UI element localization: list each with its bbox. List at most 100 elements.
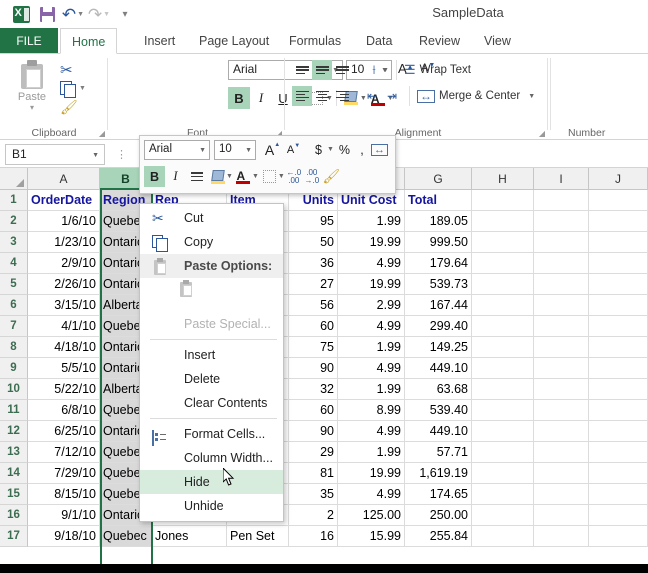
cell-H16[interactable] xyxy=(472,505,534,526)
cell-F2[interactable]: 1.99 xyxy=(338,211,405,232)
select-all-corner[interactable] xyxy=(0,168,28,190)
cell-I11[interactable] xyxy=(534,400,589,421)
chevron-down-icon[interactable]: ▼ xyxy=(528,93,535,100)
cell-A9[interactable]: 5/5/10 xyxy=(28,358,100,379)
cell-F5[interactable]: 19.99 xyxy=(338,274,405,295)
row-header-4[interactable]: 4 xyxy=(0,253,28,274)
cell-H13[interactable] xyxy=(472,442,534,463)
cell-E8[interactable]: 75 xyxy=(289,337,338,358)
cell-I4[interactable] xyxy=(534,253,589,274)
cell-F13[interactable]: 1.99 xyxy=(338,442,405,463)
context-menu-item-insert[interactable]: Insert xyxy=(140,343,283,367)
cell-B17[interactable]: Quebec xyxy=(100,526,152,547)
alignment-dialog-launcher[interactable]: ◢ xyxy=(539,129,545,138)
decrease-indent-button[interactable]: ⇤ xyxy=(362,86,382,106)
cell-J14[interactable] xyxy=(589,463,648,484)
chevron-down-icon[interactable]: ▼ xyxy=(252,173,259,180)
tab-file[interactable]: FILE xyxy=(0,28,58,54)
cell-G16[interactable]: 250.00 xyxy=(405,505,472,526)
cell-E14[interactable]: 81 xyxy=(289,463,338,484)
context-menu-item-cut[interactable]: ✂ Cut xyxy=(140,206,283,230)
cell-I16[interactable] xyxy=(534,505,589,526)
cell-G8[interactable]: 149.25 xyxy=(405,337,472,358)
cell-H11[interactable] xyxy=(472,400,534,421)
cell-H10[interactable] xyxy=(472,379,534,400)
mini-font-size-combo[interactable]: 10 ▼ xyxy=(214,139,256,160)
cell-F16[interactable]: 125.00 xyxy=(338,505,405,526)
cell-J5[interactable] xyxy=(589,274,648,295)
cell-h1[interactable] xyxy=(472,190,534,211)
cell-I15[interactable] xyxy=(534,484,589,505)
row-header-10[interactable]: 10 xyxy=(0,379,28,400)
cell-A7[interactable]: 4/1/10 xyxy=(28,316,100,337)
italic-button[interactable]: I xyxy=(250,87,272,109)
cell-D17[interactable]: Pen Set xyxy=(227,526,289,547)
worksheet-grid[interactable]: A B C D E F G H I J 1 2 3 4 5 6 7 8 9 10… xyxy=(0,168,648,564)
cell-J13[interactable] xyxy=(589,442,648,463)
cell-A10[interactable]: 5/22/10 xyxy=(28,379,100,400)
mini-decrease-decimal-button[interactable]: .00 →.0 xyxy=(303,166,321,187)
paste-icon[interactable] xyxy=(178,280,204,309)
cell-G14[interactable]: 1,619.19 xyxy=(405,463,472,484)
chevron-down-icon[interactable]: ▼ xyxy=(327,146,334,153)
chevron-down-icon[interactable]: ▼ xyxy=(278,173,285,180)
context-menu-paste-gallery[interactable] xyxy=(140,278,283,312)
cell-I8[interactable] xyxy=(534,337,589,358)
row-header-16[interactable]: 16 xyxy=(0,505,28,526)
column-header-j[interactable]: J xyxy=(589,168,648,190)
mini-italic-button[interactable]: I xyxy=(165,166,186,187)
mini-comma-button[interactable]: , xyxy=(355,139,369,160)
mini-increase-decimal-button[interactable]: ←.0.00 xyxy=(285,166,303,187)
tab-insert[interactable]: Insert xyxy=(133,28,186,54)
tab-review[interactable]: Review xyxy=(408,28,471,54)
context-menu-item-copy[interactable]: Copy xyxy=(140,230,283,254)
cell-J2[interactable] xyxy=(589,211,648,232)
cell-I17[interactable] xyxy=(534,526,589,547)
cell-I9[interactable] xyxy=(534,358,589,379)
row-header-6[interactable]: 6 xyxy=(0,295,28,316)
chevron-down-icon[interactable]: ▾ xyxy=(8,103,56,112)
cell-E13[interactable]: 29 xyxy=(289,442,338,463)
clipboard-dialog-launcher[interactable]: ◢ xyxy=(99,129,105,138)
cell-A6[interactable]: 3/15/10 xyxy=(28,295,100,316)
column-header-h[interactable]: H xyxy=(472,168,534,190)
cell-G3[interactable]: 999.50 xyxy=(405,232,472,253)
mini-merge-button[interactable]: ↔ xyxy=(369,139,390,160)
chevron-down-icon[interactable]: ▼ xyxy=(92,152,99,159)
row-header-1[interactable]: 1 xyxy=(0,190,28,211)
mini-currency-button[interactable]: $ xyxy=(308,139,329,160)
cell-I7[interactable] xyxy=(534,316,589,337)
cell-A17[interactable]: 9/18/10 xyxy=(28,526,100,547)
mini-align-button[interactable] xyxy=(186,166,207,187)
cell-H5[interactable] xyxy=(472,274,534,295)
cell-J16[interactable] xyxy=(589,505,648,526)
cell-E17[interactable]: 16 xyxy=(289,526,338,547)
cell-H7[interactable] xyxy=(472,316,534,337)
row-header-8[interactable]: 8 xyxy=(0,337,28,358)
tab-page-layout[interactable]: Page Layout xyxy=(188,28,280,54)
cell-I13[interactable] xyxy=(534,442,589,463)
bold-button[interactable]: B xyxy=(228,87,250,109)
cell-E5[interactable]: 27 xyxy=(289,274,338,295)
align-middle-button[interactable] xyxy=(312,60,332,80)
cell-A5[interactable]: 2/26/10 xyxy=(28,274,100,295)
cell-C17[interactable]: Jones xyxy=(152,526,227,547)
chevron-down-icon[interactable]: ▼ xyxy=(245,147,252,154)
context-menu-item-column-width[interactable]: Column Width... xyxy=(140,446,283,470)
paste-button[interactable]: Paste ▾ xyxy=(8,58,56,122)
cell-J12[interactable] xyxy=(589,421,648,442)
align-left-button[interactable] xyxy=(292,86,312,106)
row-header-3[interactable]: 3 xyxy=(0,232,28,253)
cell-G6[interactable]: 167.44 xyxy=(405,295,472,316)
cell-E15[interactable]: 35 xyxy=(289,484,338,505)
cell-A13[interactable]: 7/12/10 xyxy=(28,442,100,463)
cell-J11[interactable] xyxy=(589,400,648,421)
align-center-button[interactable] xyxy=(312,86,332,106)
cell-J17[interactable] xyxy=(589,526,648,547)
cell-j1[interactable] xyxy=(589,190,648,211)
chevron-down-icon[interactable]: ▼ xyxy=(382,67,389,74)
align-top-button[interactable] xyxy=(292,60,312,80)
row-header-11[interactable]: 11 xyxy=(0,400,28,421)
merge-center-button[interactable]: ↔ Merge & Center ▼ xyxy=(417,86,535,106)
cell-J3[interactable] xyxy=(589,232,648,253)
